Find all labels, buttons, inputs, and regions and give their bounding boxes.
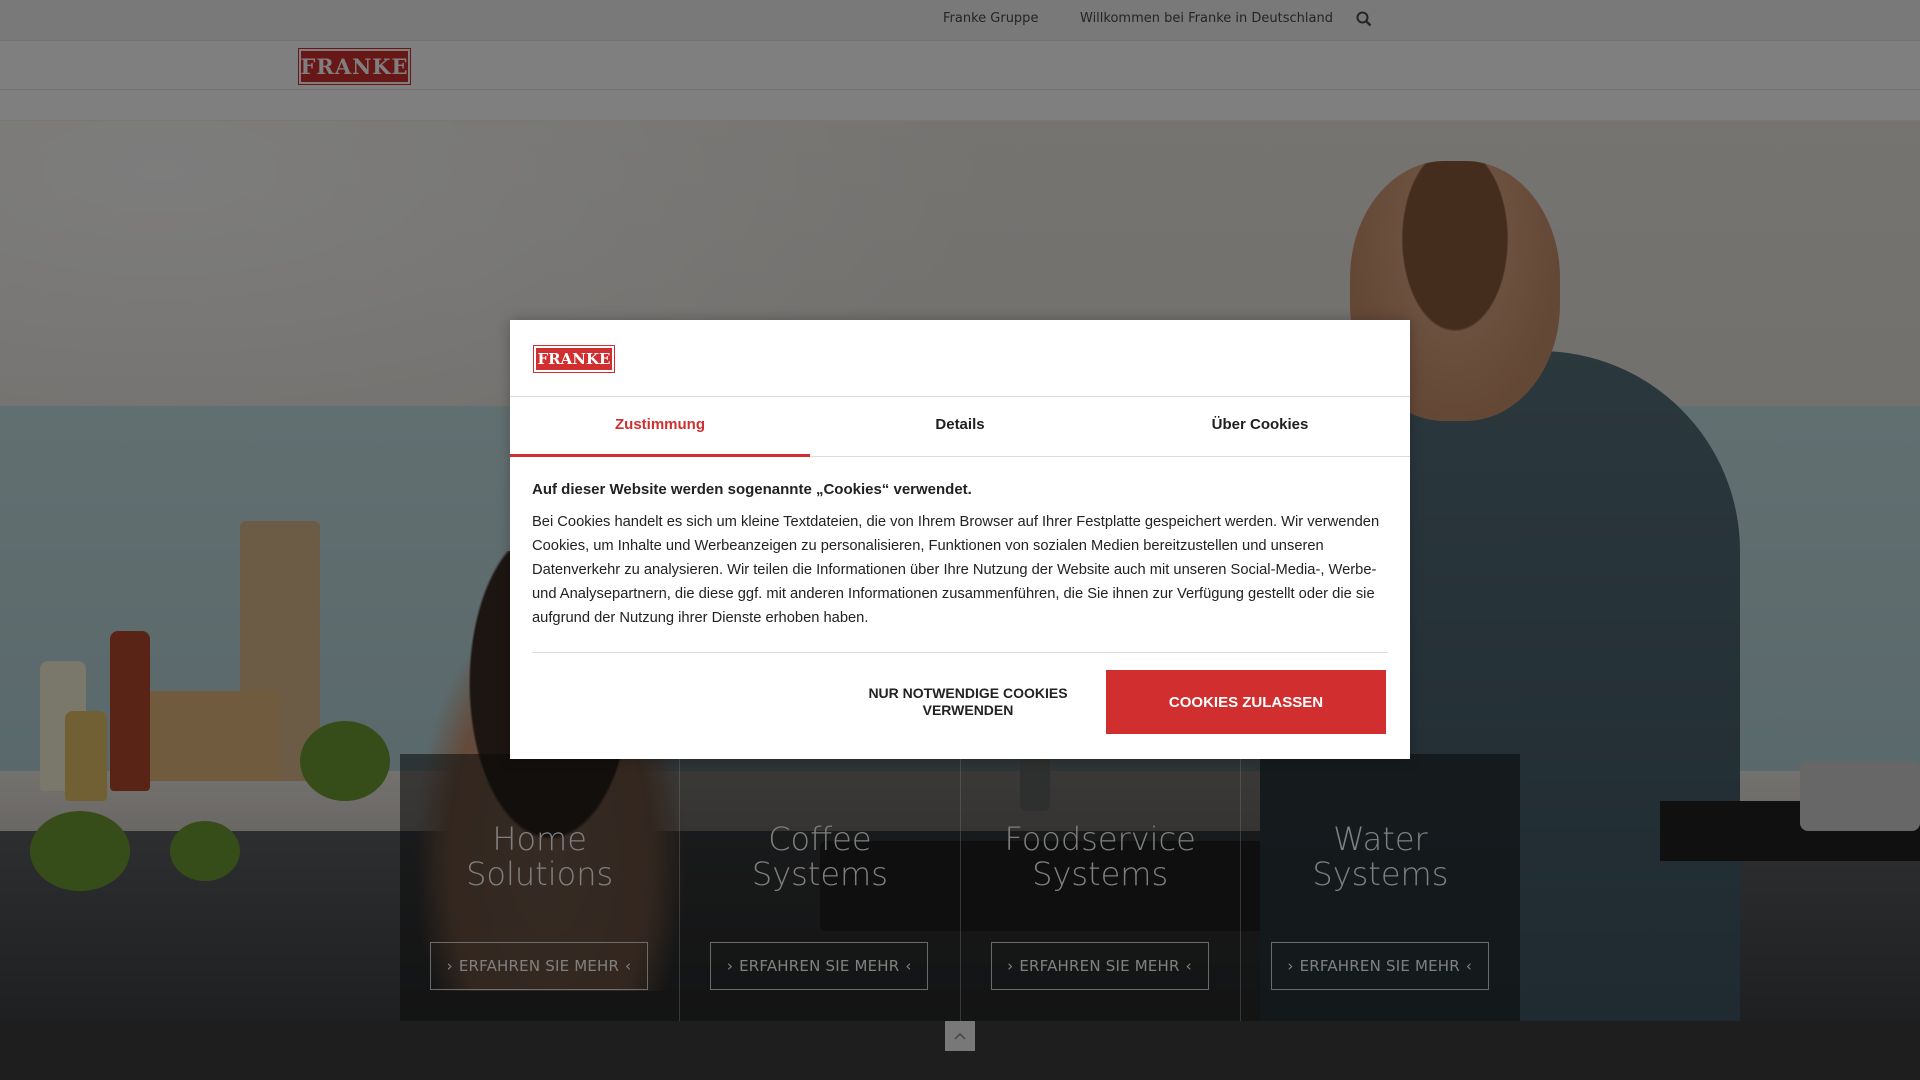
tab-consent[interactable]: Zustimmung [510,408,810,457]
cookie-tabs: Zustimmung Details Über Cookies [510,408,1410,457]
necessary-cookies-button[interactable]: NUR NOTWENDIGE COOKIES VERWENDEN [830,670,1106,734]
divider [532,652,1388,653]
cookie-heading: Auf dieser Website werden sogenannte „Co… [532,481,972,498]
cookie-consent-dialog: FRANKE Zustimmung Details Über Cookies A… [510,320,1410,759]
tab-about-cookies[interactable]: Über Cookies [1110,408,1410,456]
divider [510,396,1410,397]
allow-cookies-button[interactable]: COOKIES ZULASSEN [1106,670,1386,734]
cookie-description: Bei Cookies handelt es sich um kleine Te… [532,514,1380,626]
tab-details[interactable]: Details [810,408,1110,456]
dialog-franke-logo: FRANKE [533,345,615,373]
